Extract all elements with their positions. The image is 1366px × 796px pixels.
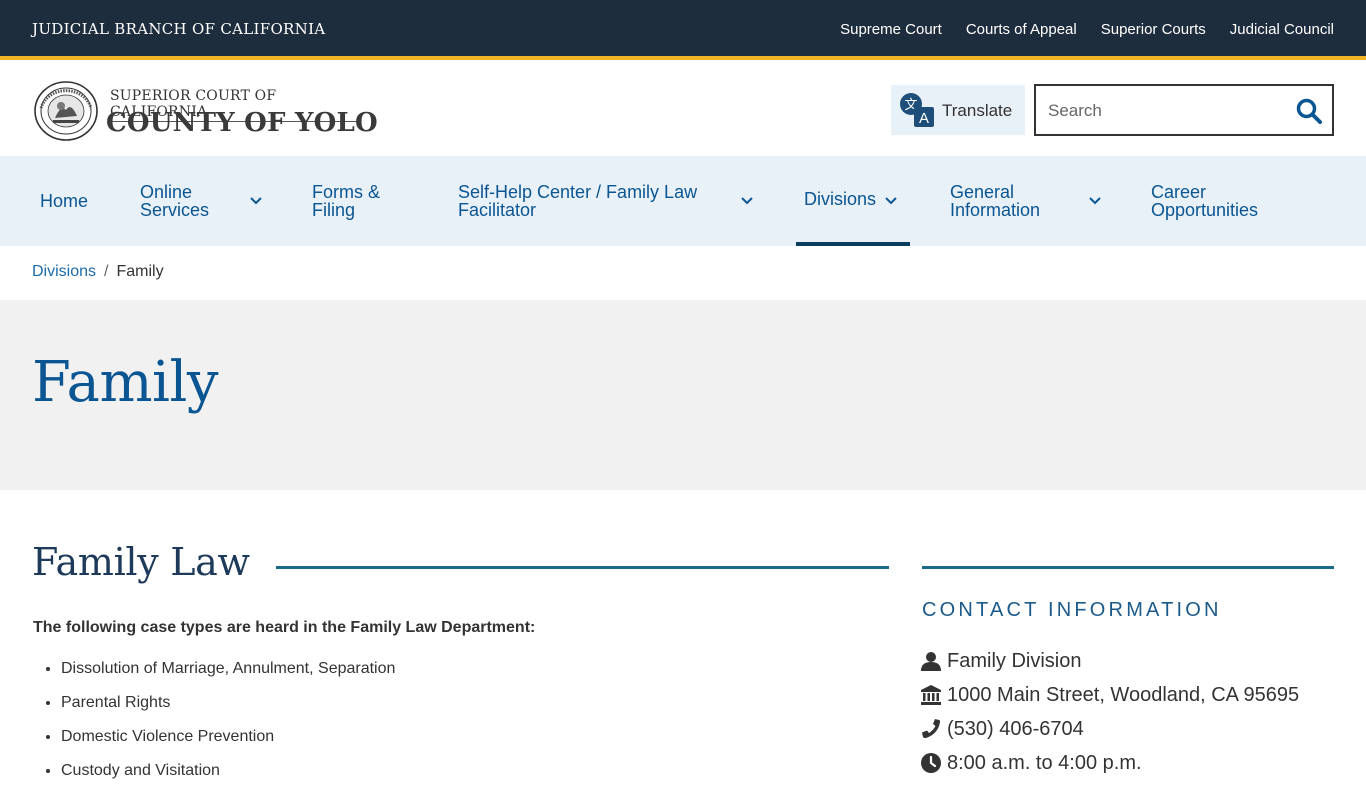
page-hero: Family [0,300,1366,490]
breadcrumb-current: Family [116,263,164,280]
court-seal-icon[interactable] [33,80,99,142]
list-item: Domestic Violence Prevention [61,728,395,762]
contact-address: 1000 Main Street, Woodland, CA 95695 [921,678,1299,712]
nav-online-services-label: Online Services [140,182,210,220]
nav-forms-filing[interactable]: Forms & Filing [312,156,392,246]
sidebar-divider [922,566,1334,569]
chevron-down-icon [250,197,262,205]
nav-home[interactable]: Home [40,156,88,246]
nav-career-opportunities-label: Career Opportunities [1151,182,1259,220]
nav-general-information[interactable]: General Information [950,156,1105,246]
search-icon[interactable] [1296,98,1322,124]
nav-online-services[interactable]: Online Services [140,156,265,246]
breadcrumb-divisions[interactable]: Divisions [32,263,96,280]
nav-self-help[interactable]: Self-Help Center / Family Law Facilitato… [458,156,758,246]
user-icon [921,652,941,671]
contact-division: Family Division [921,644,1299,678]
phone-icon [922,719,941,739]
link-judicial-council[interactable]: Judicial Council [1230,21,1334,38]
intro-text: The following case types are heard in th… [33,619,536,636]
list-item: Custody and Visitation [61,762,395,796]
contact-phone-text[interactable]: (530) 406-6704 [947,718,1084,741]
search-box [1034,84,1334,136]
contact-address-text[interactable]: 1000 Main Street, Woodland, CA 95695 [947,684,1299,707]
contact-phone: (530) 406-6704 [921,712,1299,746]
nav-self-help-label: Self-Help Center / Family Law Facilitato… [458,182,698,220]
nav-home-label: Home [40,191,89,211]
section-title: Family Law [32,540,250,584]
chevron-down-icon [885,197,897,205]
building-icon [921,685,941,705]
list-item: Dissolution of Marriage, Annulment, Sepa… [61,660,395,694]
nav-general-information-label: General Information [950,182,1041,220]
link-supreme-court[interactable]: Supreme Court [840,21,942,38]
top-links: Supreme Court Courts of Appeal Superior … [840,21,1334,38]
logo-county[interactable]: COUNTY OF YOLO [106,108,378,138]
top-bar: JUDICIAL BRANCH OF CALIFORNIA Supreme Co… [0,0,1366,60]
chevron-down-icon [1089,197,1101,205]
case-type-list: Dissolution of Marriage, Annulment, Sepa… [61,660,395,796]
translate-label: Translate [942,101,1013,120]
nav-forms-filing-label: Forms & Filing [312,182,381,220]
page-title: Family [32,350,219,415]
contact-title: CONTACT INFORMATION [922,599,1222,621]
clock-icon [921,753,941,773]
section-divider [276,566,889,569]
nav-divisions[interactable]: Divisions [796,156,910,246]
breadcrumb: Divisions / Family [32,263,164,281]
contact-division-text: Family Division [947,649,1082,672]
breadcrumb-separator: / [104,263,109,280]
nav-career-opportunities[interactable]: Career Opportunities [1151,156,1271,246]
main-nav: Home Online Services Forms & Filing Self… [0,156,1366,246]
svg-text:A: A [919,110,929,127]
list-item: Parental Rights [61,694,395,728]
link-courts-of-appeal[interactable]: Courts of Appeal [966,21,1077,38]
link-superior-courts[interactable]: Superior Courts [1101,21,1206,38]
search-input[interactable] [1048,99,1288,123]
nav-divisions-label: Divisions [804,189,877,209]
site-header: SUPERIOR COURT OF CALIFORNIA COUNTY OF Y… [0,64,1366,156]
translate-button[interactable]: 文 A Translate [891,85,1025,135]
judicial-branch-brand[interactable]: JUDICIAL BRANCH OF CALIFORNIA [32,20,325,38]
translate-icon: 文 A [900,93,934,127]
contact-hours-text: 8:00 a.m. to 4:00 p.m. [947,751,1142,774]
chevron-down-icon [741,197,753,205]
contact-hours: 8:00 a.m. to 4:00 p.m. [921,746,1299,780]
contact-info: Family Division 1000 Main Street, Woodla… [921,644,1299,780]
